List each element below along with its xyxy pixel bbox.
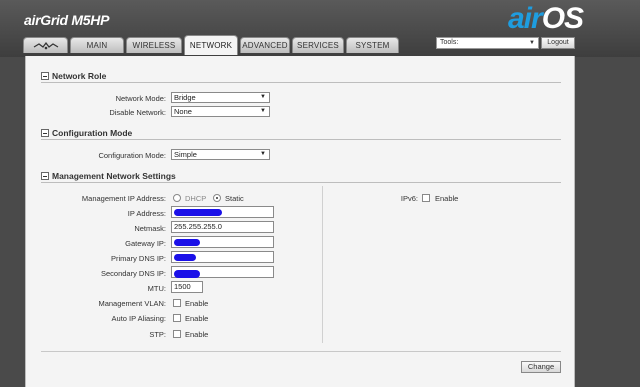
static-radio[interactable]	[213, 194, 221, 202]
footer-divider	[41, 351, 561, 352]
chevron-down-icon: ▼	[260, 108, 266, 114]
top-bar: airGrid M5HP airOS MAIN WIRELESS NETWORK…	[0, 0, 640, 57]
ubnt-logo-icon	[33, 41, 58, 50]
gateway-ip-label: Gateway IP:	[125, 239, 166, 248]
airos-logo-air: air	[508, 2, 543, 35]
chevron-down-icon: ▼	[529, 40, 535, 46]
tab-main[interactable]: MAIN	[70, 37, 124, 53]
primary-dns-input[interactable]	[171, 251, 274, 263]
tab-advanced[interactable]: ADVANCED	[240, 37, 290, 53]
mtu-input[interactable]: 1500	[171, 281, 203, 293]
disable-network-label: Disable Network:	[109, 108, 166, 117]
secondary-dns-input[interactable]	[171, 266, 274, 278]
primary-dns-label: Primary DNS IP:	[110, 254, 166, 263]
netmask-input[interactable]: 255.255.255.0	[171, 221, 274, 233]
airos-logo-os: OS	[541, 2, 584, 35]
network-mode-value: Bridge	[174, 93, 196, 102]
collapse-toggle-icon[interactable]	[41, 172, 49, 180]
configuration-mode-label: Configuration Mode:	[98, 151, 166, 160]
section-title: Management Network Settings	[52, 171, 176, 181]
stp-enable-label: Enable	[185, 330, 209, 339]
auto-ip-aliasing-checkbox[interactable]	[173, 314, 181, 322]
device-logo: airGrid M5HP	[24, 12, 109, 28]
ip-address-input[interactable]	[171, 206, 274, 218]
netmask-label: Netmask:	[134, 224, 166, 233]
stp-checkbox[interactable]	[173, 330, 181, 338]
configuration-mode-value: Simple	[174, 150, 197, 159]
secondary-dns-label: Secondary DNS IP:	[100, 269, 166, 278]
tab-network[interactable]: NETWORK	[184, 35, 238, 55]
network-mode-select[interactable]: Bridge ▼	[171, 92, 270, 103]
chevron-down-icon: ▼	[260, 94, 266, 100]
section-management-network: Management Network Settings	[41, 171, 561, 183]
section-title: Configuration Mode	[52, 128, 133, 138]
redaction-mark	[174, 254, 196, 261]
logout-button[interactable]: Logout	[541, 37, 575, 49]
chevron-down-icon: ▼	[260, 151, 266, 157]
collapse-toggle-icon[interactable]	[41, 129, 49, 137]
section-title: Network Role	[52, 71, 107, 81]
section-network-role: Network Role	[41, 71, 561, 83]
management-ip-label: Management IP Address:	[81, 194, 166, 203]
management-vlan-enable-label: Enable	[185, 299, 209, 308]
change-button[interactable]: Change	[521, 361, 561, 373]
brand-model: M5HP	[71, 12, 110, 28]
auto-ip-aliasing-enable-label: Enable	[185, 314, 209, 323]
ipv6-label: IPv6:	[400, 194, 418, 203]
tab-wireless[interactable]: WIRELESS	[126, 37, 182, 53]
ip-address-label: IP Address:	[127, 209, 166, 218]
collapse-toggle-icon[interactable]	[41, 72, 49, 80]
ipv6-checkbox[interactable]	[422, 194, 430, 202]
tab-system[interactable]: SYSTEM	[346, 37, 399, 53]
disable-network-value: None	[174, 107, 192, 116]
tools-dropdown[interactable]: Tools: ▼	[436, 37, 539, 49]
dhcp-label: DHCP	[185, 194, 207, 203]
column-divider	[322, 186, 323, 343]
ipv6-enable-label: Enable	[435, 194, 459, 203]
section-configuration-mode: Configuration Mode	[41, 128, 561, 140]
network-settings-panel: Network Role Network Mode: Bridge ▼ Disa…	[25, 56, 575, 387]
mtu-label: MTU:	[147, 284, 166, 293]
redaction-mark	[174, 270, 200, 278]
management-vlan-checkbox[interactable]	[173, 299, 181, 307]
stp-label: STP:	[149, 330, 166, 339]
tools-dropdown-value: Tools:	[440, 39, 459, 46]
auto-ip-aliasing-label: Auto IP Aliasing:	[111, 314, 166, 323]
disable-network-select[interactable]: None ▼	[171, 106, 270, 117]
configuration-mode-select[interactable]: Simple ▼	[171, 149, 270, 160]
brand-prefix: airGrid	[24, 12, 68, 28]
management-vlan-label: Management VLAN:	[98, 299, 166, 308]
tab-ubnt-logo[interactable]	[23, 37, 68, 53]
tab-services[interactable]: SERVICES	[292, 37, 344, 53]
gateway-ip-input[interactable]	[171, 236, 274, 248]
dhcp-radio[interactable]	[173, 194, 181, 202]
network-mode-label: Network Mode:	[115, 94, 166, 103]
airos-logo: airOS	[508, 2, 584, 36]
redaction-mark	[174, 239, 200, 246]
redaction-mark	[174, 209, 222, 216]
static-label: Static	[225, 194, 244, 203]
